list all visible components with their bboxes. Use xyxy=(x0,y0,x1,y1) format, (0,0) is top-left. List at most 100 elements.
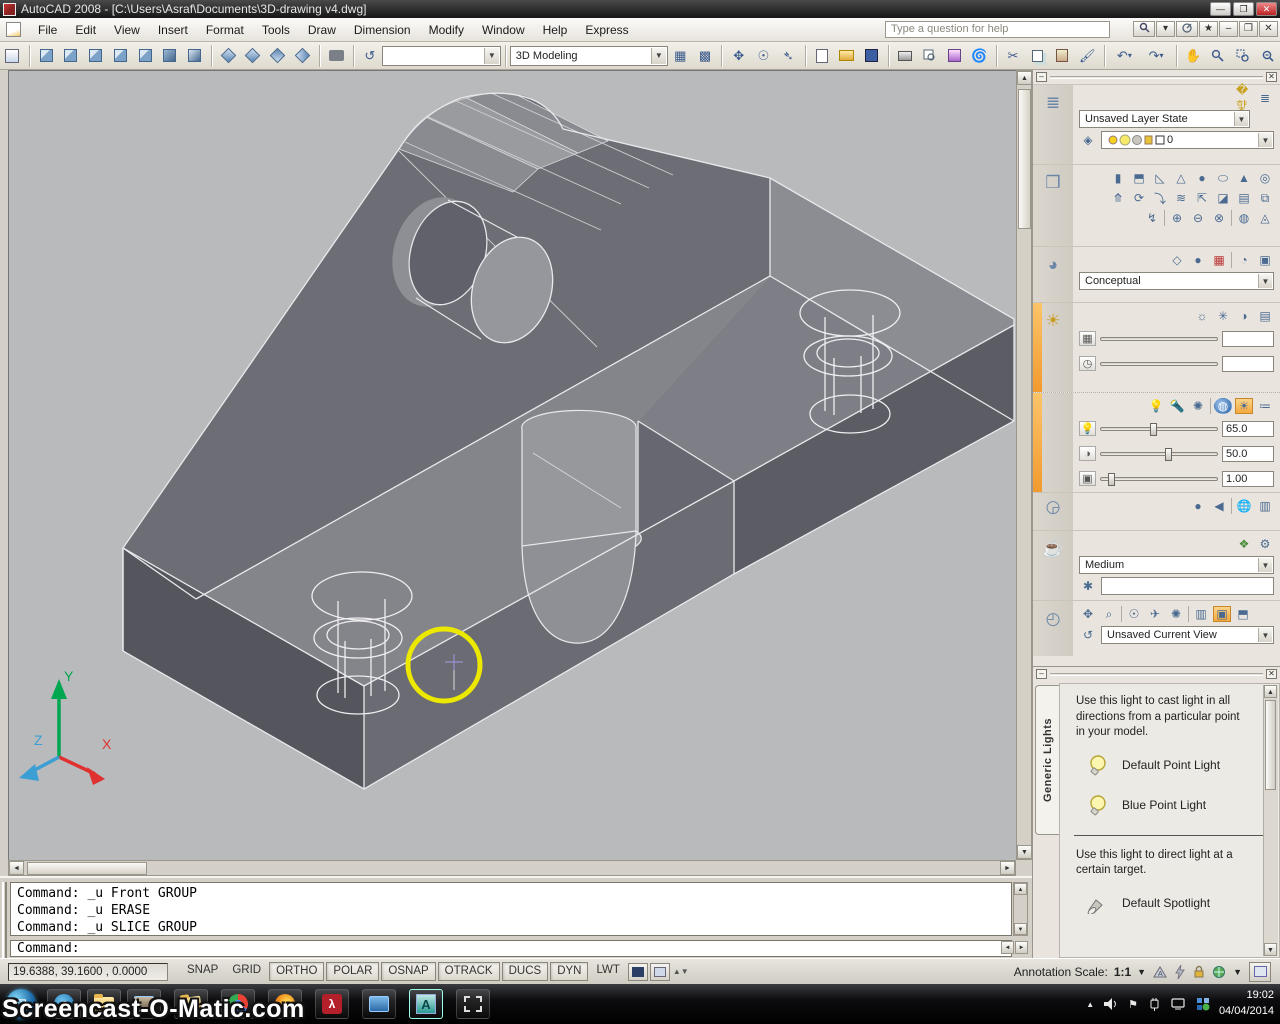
date-value-field[interactable] xyxy=(1222,331,1274,347)
sweep-icon[interactable]: ⤵ xyxy=(1151,190,1169,206)
material-attach-icon[interactable]: ◀ xyxy=(1210,498,1228,514)
toggle-snap[interactable]: SNAP xyxy=(181,962,224,981)
toggle-ducs[interactable]: DUCS xyxy=(502,962,549,981)
view-right-icon[interactable] xyxy=(109,44,132,67)
iso-sw-icon[interactable] xyxy=(217,44,240,67)
layout-icon[interactable] xyxy=(650,963,670,981)
toggle-ortho[interactable]: ORTHO xyxy=(269,962,324,981)
dashboard-minimize-icon[interactable]: – xyxy=(1036,72,1047,82)
menu-modify[interactable]: Modify xyxy=(420,20,473,40)
workspace-combo[interactable]: 3D Modeling▼ xyxy=(510,46,668,66)
layer-properties-icon[interactable]: ≣ xyxy=(1256,90,1274,106)
menu-window[interactable]: Window xyxy=(473,20,534,40)
material-mapping-icon[interactable]: 🌐 xyxy=(1235,498,1253,514)
search-dropdown-icon[interactable]: ▾ xyxy=(1156,21,1175,37)
render-preset-combo[interactable]: Medium▼ xyxy=(1079,556,1274,574)
layer-combo[interactable]: 0▼ xyxy=(1101,131,1274,149)
workspace-settings-icon[interactable]: ▦ xyxy=(669,44,692,67)
palette-scroll-up-icon[interactable]: ▲ xyxy=(1264,685,1277,698)
cone-primitive-icon[interactable]: △ xyxy=(1172,170,1190,186)
communication-center-icon[interactable] xyxy=(1176,21,1198,37)
zoom-window-icon[interactable] xyxy=(1231,44,1254,67)
match-properties-icon[interactable]: 🖌 xyxy=(1076,44,1099,67)
taskbar-snipping-tool-icon[interactable] xyxy=(456,989,490,1019)
sphere-primitive-icon[interactable]: ● xyxy=(1193,170,1211,186)
command-scrollbar[interactable]: ▲ ▼ xyxy=(1013,882,1028,936)
blue-point-light-item[interactable]: Blue Point Light xyxy=(1060,785,1279,825)
view-back-icon[interactable] xyxy=(158,44,181,67)
view-left-icon[interactable] xyxy=(84,44,107,67)
save-icon[interactable] xyxy=(860,44,883,67)
drawing-canvas[interactable]: Y X Z xyxy=(8,70,1016,860)
sheet-set-manager-icon[interactable] xyxy=(1,44,24,67)
view-top-icon[interactable] xyxy=(35,44,58,67)
thicken-icon[interactable]: ▤ xyxy=(1235,190,1253,206)
light-panel-icon[interactable]: ☀ xyxy=(1045,311,1060,331)
brightness-slider[interactable] xyxy=(1100,427,1218,431)
palette-minimize-icon[interactable]: – xyxy=(1036,669,1047,679)
copy-icon[interactable] xyxy=(1026,44,1049,67)
subtract-icon[interactable]: ⊖ xyxy=(1189,210,1207,226)
walk-tool-icon[interactable]: ✺ xyxy=(1167,606,1185,622)
midtones-slider[interactable] xyxy=(1100,477,1218,481)
materials-panel-icon[interactable]: ◶ xyxy=(1046,497,1061,517)
face-style-icon[interactable]: ◔ xyxy=(1235,252,1253,268)
doc-close-button[interactable]: ✕ xyxy=(1259,21,1278,37)
publish-icon[interactable] xyxy=(943,44,966,67)
command-scroll-up-icon[interactable]: ▲ xyxy=(1014,883,1027,895)
toggle-otrack[interactable]: OTRACK xyxy=(438,962,500,981)
menu-format[interactable]: Format xyxy=(197,20,253,40)
scroll-left-icon[interactable]: ◄ xyxy=(9,861,24,875)
layers-panel-icon[interactable]: ≣ xyxy=(1046,93,1060,113)
camera-icon[interactable] xyxy=(325,44,348,67)
shaded-style-icon[interactable]: ● xyxy=(1189,252,1207,268)
zoom-previous-icon[interactable] xyxy=(1256,44,1279,67)
create-distant-light-icon[interactable]: ✺ xyxy=(1189,398,1207,414)
interfere-icon[interactable]: ◍ xyxy=(1235,210,1253,226)
view-iso-icon[interactable] xyxy=(183,44,206,67)
command-scroll-right-icon[interactable]: ► xyxy=(1015,941,1028,954)
scroll-right-icon[interactable]: ► xyxy=(1000,861,1015,875)
materials-editor-icon[interactable]: ● xyxy=(1189,498,1207,514)
canvas-hscrollbar[interactable]: ◄ ► xyxy=(8,860,1016,876)
time-slider[interactable] xyxy=(1100,362,1218,366)
volume-icon[interactable] xyxy=(1104,998,1118,1010)
sun-toggle-icon[interactable]: ☀ xyxy=(1235,398,1253,414)
command-input[interactable]: Command: xyxy=(10,940,1012,957)
power-plug-icon[interactable] xyxy=(1148,998,1161,1011)
perspective-projection-icon[interactable]: ⬒ xyxy=(1234,606,1252,622)
toggle-dyn[interactable]: DYN xyxy=(550,962,588,981)
scroll-down-icon[interactable]: ▼ xyxy=(1017,845,1032,859)
contrast-slider[interactable] xyxy=(1100,452,1218,456)
layer-isolate-icon[interactable]: ◈ xyxy=(1079,132,1097,148)
command-splitter[interactable] xyxy=(2,882,7,958)
open-file-icon[interactable] xyxy=(835,44,858,67)
toggle-grid[interactable]: GRID xyxy=(226,962,267,981)
union-icon[interactable]: ⊕ xyxy=(1168,210,1186,226)
geographic-sun-icon[interactable]: ◍ xyxy=(1214,398,1232,414)
wireframe-style-icon[interactable]: ◇ xyxy=(1168,252,1186,268)
command-scroll-left-icon[interactable]: ◄ xyxy=(1001,941,1014,954)
sun-properties-icon[interactable]: ◑ xyxy=(1235,308,1253,324)
intersect-icon[interactable]: ⊗ xyxy=(1210,210,1228,226)
revolve-icon[interactable]: ⟳ xyxy=(1130,190,1148,206)
midtones-value[interactable]: 1.00 xyxy=(1222,471,1274,487)
iso-ne-icon[interactable] xyxy=(266,44,289,67)
view-front-icon[interactable] xyxy=(134,44,157,67)
zoom-tool-icon[interactable]: ⌕ xyxy=(1100,606,1118,622)
menu-draw[interactable]: Draw xyxy=(299,20,345,40)
visual-style-combo[interactable]: Conceptual▼ xyxy=(1079,272,1274,290)
orbit-icon[interactable]: ☉ xyxy=(752,44,775,67)
menu-tools[interactable]: Tools xyxy=(253,20,299,40)
maximize-button[interactable]: ❐ xyxy=(1233,2,1254,16)
3dwalk-icon[interactable]: ➴ xyxy=(777,44,800,67)
geographic-location-icon[interactable]: ▤ xyxy=(1256,308,1274,324)
menu-view[interactable]: View xyxy=(105,20,149,40)
helix-icon[interactable]: ↯ xyxy=(1143,210,1161,226)
minimize-button[interactable]: — xyxy=(1210,2,1231,16)
favorites-star-icon[interactable]: ★ xyxy=(1199,21,1218,37)
tray-expand-icon[interactable]: ▲ xyxy=(1086,1000,1094,1009)
current-view-combo[interactable]: Unsaved Current View▼ xyxy=(1101,626,1274,644)
render-panel-icon[interactable]: ☕ xyxy=(1042,539,1063,559)
create-point-light-icon[interactable]: 💡 xyxy=(1147,398,1165,414)
